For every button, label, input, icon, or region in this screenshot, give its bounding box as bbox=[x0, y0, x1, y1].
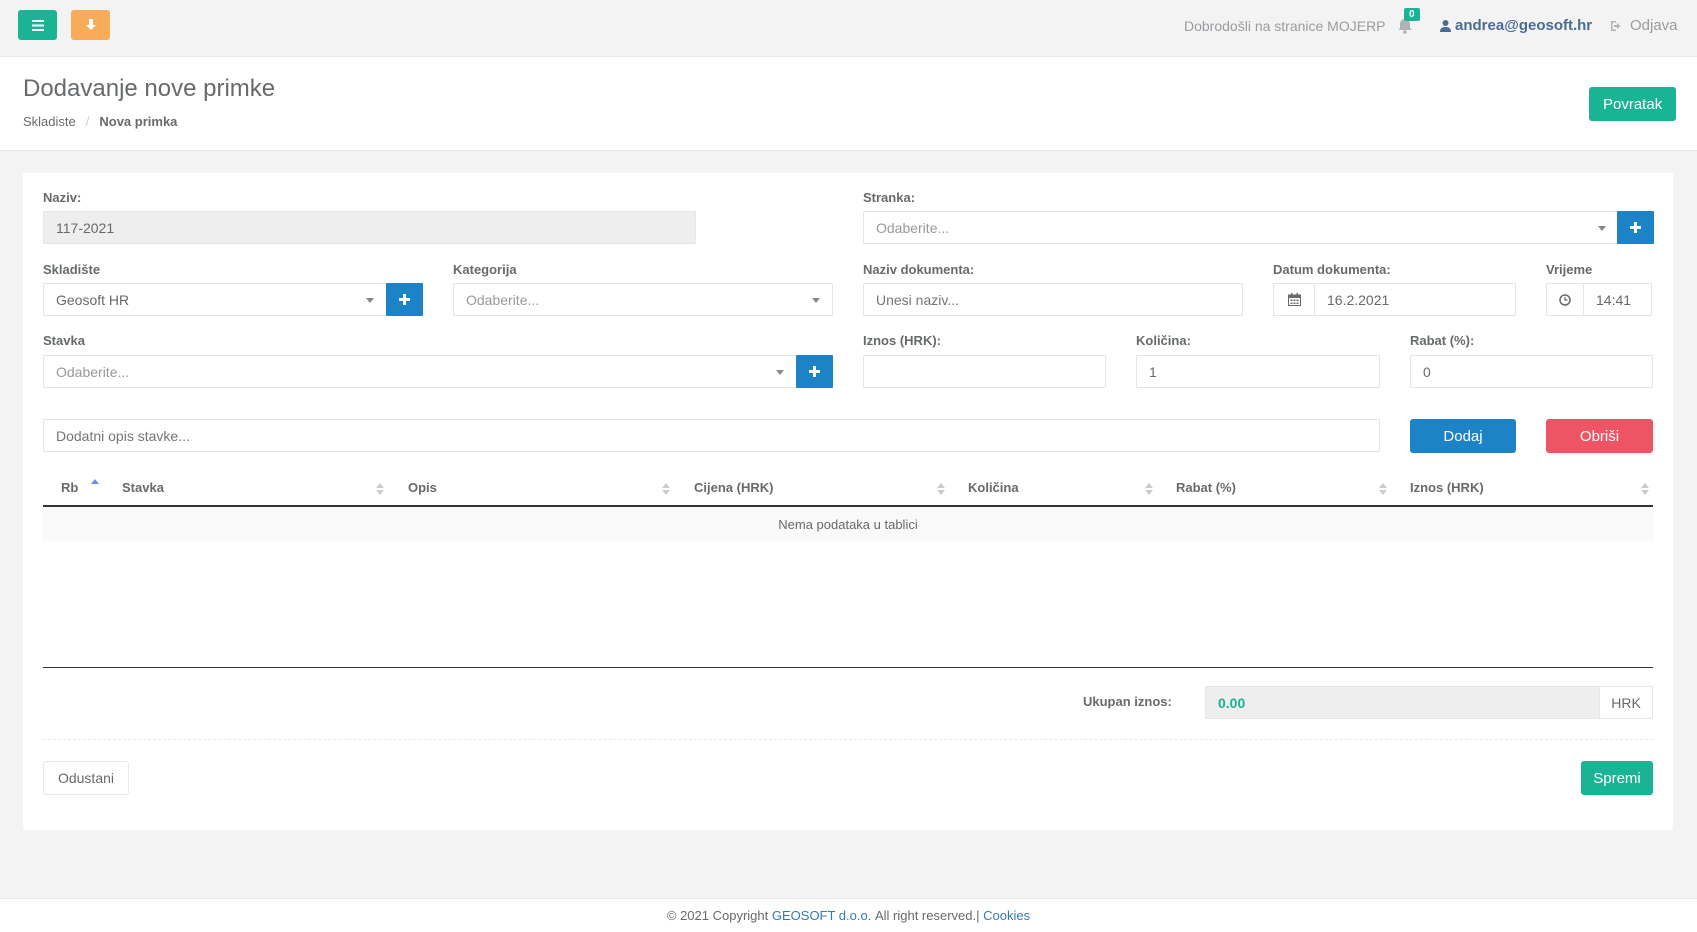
currency-addon: HRK bbox=[1599, 686, 1653, 719]
clock-addon bbox=[1546, 283, 1584, 316]
vrijeme-input[interactable]: 14:41 bbox=[1583, 283, 1652, 316]
breadcrumb: Skladiste / Nova primka bbox=[23, 114, 177, 129]
chevron-down-icon bbox=[366, 298, 374, 303]
notification-badge: 0 bbox=[1404, 8, 1420, 21]
rights-text: All right reserved.| bbox=[874, 908, 980, 923]
datum-dokumenta-label: Datum dokumenta: bbox=[1273, 262, 1391, 277]
kategorija-label: Kategorija bbox=[453, 262, 517, 277]
skladiste-label: Skladište bbox=[43, 262, 101, 277]
column-label: Rb bbox=[61, 480, 79, 495]
column-label: Količina bbox=[968, 480, 1019, 495]
user-link[interactable]: andrea@geosoft.hr bbox=[1440, 17, 1592, 34]
add-item-button[interactable]: Dodaj bbox=[1410, 419, 1516, 453]
rabat-label: Rabat (%): bbox=[1410, 333, 1475, 348]
stavka-placeholder: Odaberite... bbox=[56, 363, 130, 380]
vrijeme-label: Vrijeme bbox=[1546, 262, 1593, 277]
sort-asc-icon bbox=[91, 479, 99, 484]
form-card: Naziv: 117-2021 Stranka: Odaberite... Sk… bbox=[23, 173, 1673, 830]
back-button[interactable]: Povratak bbox=[1589, 87, 1677, 121]
sort-icon bbox=[1379, 483, 1387, 495]
sort-icon bbox=[662, 483, 670, 495]
table-empty-row: Nema podataka u tablici bbox=[43, 507, 1653, 541]
bars-icon bbox=[31, 19, 44, 31]
cancel-button[interactable]: Odustani bbox=[43, 761, 129, 795]
column-label: Stavka bbox=[122, 480, 164, 495]
chevron-down-icon bbox=[812, 298, 820, 303]
column-header-stavka[interactable]: Stavka bbox=[122, 470, 164, 505]
iznos-input[interactable] bbox=[863, 355, 1106, 388]
column-label: Rabat (%) bbox=[1176, 480, 1236, 495]
page-title: Dodavanje nove primke bbox=[23, 75, 276, 102]
column-label: Opis bbox=[408, 480, 437, 495]
stranka-placeholder: Odaberite... bbox=[876, 219, 950, 236]
divider bbox=[43, 739, 1653, 740]
delete-item-button[interactable]: Obriši bbox=[1546, 419, 1653, 453]
logout-link[interactable]: Odjava bbox=[1610, 17, 1678, 34]
calendar-addon bbox=[1273, 283, 1315, 316]
breadcrumb-separator: / bbox=[85, 114, 90, 129]
stranka-label: Stranka: bbox=[863, 190, 916, 205]
plus-icon bbox=[399, 294, 410, 305]
add-skladiste-button[interactable] bbox=[386, 283, 423, 316]
clock-icon bbox=[1559, 293, 1571, 306]
calendar-icon bbox=[1287, 293, 1301, 306]
save-button[interactable]: Spremi bbox=[1581, 761, 1653, 795]
company-link[interactable]: GEOSOFT d.o.o. bbox=[772, 908, 871, 923]
kategorija-select[interactable]: Odaberite... bbox=[453, 283, 833, 316]
sort-icon bbox=[1641, 483, 1649, 495]
skladiste-value: Geosoft HR bbox=[56, 291, 130, 308]
sort-icon bbox=[1145, 483, 1153, 495]
welcome-text: Dobrodošli na stranice MOJERP bbox=[1184, 18, 1386, 34]
naziv-field: 117-2021 bbox=[43, 211, 696, 244]
opis-stavke-input[interactable] bbox=[43, 419, 1380, 452]
rabat-input[interactable]: 0 bbox=[1410, 355, 1653, 388]
page-heading: Dodavanje nove primke Skladiste / Nova p… bbox=[0, 57, 1697, 151]
column-header-cijena[interactable]: Cijena (HRK) bbox=[694, 470, 773, 505]
datum-dokumenta-input[interactable]: 16.2.2021 bbox=[1314, 283, 1516, 316]
plus-icon bbox=[1630, 222, 1641, 233]
top-navbar: Dobrodošli na stranice MOJERP 0 andrea@g… bbox=[0, 0, 1697, 57]
kolicina-input[interactable]: 1 bbox=[1136, 355, 1380, 388]
download-button[interactable] bbox=[71, 10, 110, 40]
logout-label: Odjava bbox=[1630, 17, 1678, 34]
column-header-iznos[interactable]: Iznos (HRK) bbox=[1410, 470, 1484, 505]
column-header-rabat[interactable]: Rabat (%) bbox=[1176, 470, 1236, 505]
chevron-down-icon bbox=[776, 370, 784, 375]
sign-out-icon bbox=[1611, 20, 1621, 31]
items-table-header: Rb Stavka Opis Cijena (HRK) Količina Rab… bbox=[43, 470, 1653, 507]
breadcrumb-item-active: Nova primka bbox=[99, 114, 178, 129]
user-email: andrea@geosoft.hr bbox=[1455, 17, 1593, 34]
chevron-down-icon bbox=[1598, 226, 1606, 231]
sort-icon bbox=[376, 483, 384, 495]
naziv-dokumenta-label: Naziv dokumenta: bbox=[863, 262, 975, 277]
breadcrumb-item-skladiste[interactable]: Skladiste bbox=[23, 114, 76, 129]
total-label: Ukupan iznos: bbox=[1083, 694, 1172, 709]
column-label: Cijena (HRK) bbox=[694, 480, 774, 495]
column-header-opis[interactable]: Opis bbox=[408, 470, 437, 505]
sort-icon bbox=[937, 483, 945, 495]
add-stranka-button[interactable] bbox=[1617, 211, 1654, 244]
copyright-prefix: © 2021 Copyright bbox=[666, 908, 769, 923]
footer: © 2021 Copyright GEOSOFT d.o.o. All righ… bbox=[0, 898, 1697, 932]
stranka-select[interactable]: Odaberite... bbox=[863, 211, 1619, 244]
total-value-field: 0.00 bbox=[1205, 686, 1600, 719]
column-label: Iznos (HRK) bbox=[1410, 480, 1484, 495]
arrow-down-icon bbox=[85, 19, 96, 30]
table-bottom-border bbox=[43, 667, 1653, 668]
menu-toggle-button[interactable] bbox=[18, 10, 57, 40]
column-header-rb[interactable]: Rb bbox=[61, 470, 78, 505]
kolicina-label: Količina: bbox=[1136, 333, 1191, 348]
cookies-link[interactable]: Cookies bbox=[983, 908, 1030, 923]
add-stavka-button[interactable] bbox=[796, 355, 833, 388]
column-header-kolicina[interactable]: Količina bbox=[968, 470, 1019, 505]
stavka-label: Stavka bbox=[43, 333, 85, 348]
skladiste-select[interactable]: Geosoft HR bbox=[43, 283, 387, 316]
plus-icon bbox=[809, 366, 820, 377]
stavka-select[interactable]: Odaberite... bbox=[43, 355, 797, 388]
kategorija-placeholder: Odaberite... bbox=[466, 291, 540, 308]
naziv-label: Naziv: bbox=[43, 190, 82, 205]
user-icon bbox=[1440, 19, 1451, 32]
iznos-label: Iznos (HRK): bbox=[863, 333, 941, 348]
naziv-dokumenta-input[interactable] bbox=[863, 283, 1243, 316]
